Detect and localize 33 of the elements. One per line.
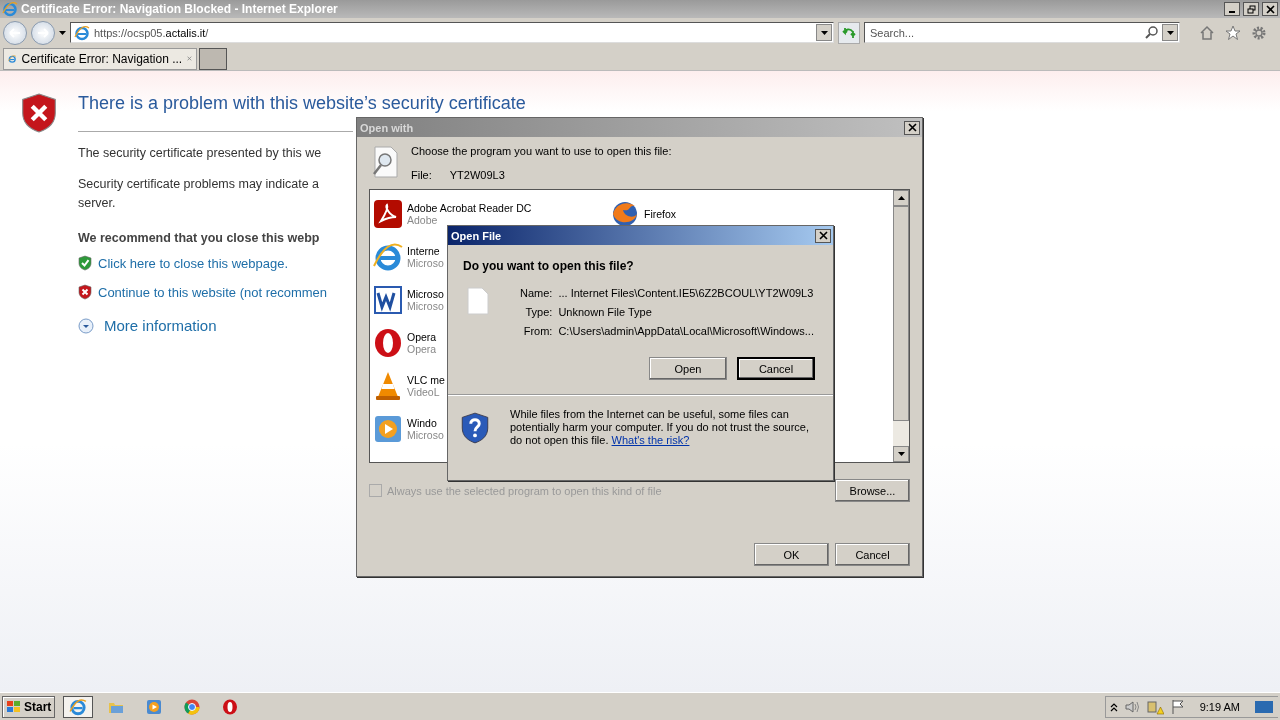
program-publisher: Microso xyxy=(407,428,444,441)
window-title: Certificate Error: Navigation Blocked - Internet Explorer xyxy=(21,2,339,16)
recommendation-text: We recommend that you close this webp xyxy=(78,231,320,245)
dialog-question: Do you want to open this file? xyxy=(462,258,635,273)
field-value: C:\Users\admin\AppData\Local\Microsoft\Windows... xyxy=(558,325,814,337)
program-name: VLC me xyxy=(407,373,445,386)
field-value: ... Internet Files\Content.IE5\6Z2BCOUL\YT2W09L3 xyxy=(558,287,814,299)
program-publisher: Microso xyxy=(407,299,444,312)
paragraph-line: Security certificate problems may indicate a xyxy=(78,176,320,193)
dialog-title: Open with xyxy=(360,121,414,134)
file-label: File: xyxy=(411,169,432,181)
program-name: Windo xyxy=(407,416,438,429)
program-publisher: Adobe xyxy=(407,213,439,226)
warning-text: While files from the Internet can be useful, some files can potentially harm your computer. If you do not trust the source, do not open this file. What's the risk? xyxy=(510,408,810,447)
program-publisher: Microso xyxy=(407,256,444,269)
field-label: Type: xyxy=(524,306,553,318)
field-label: From: xyxy=(522,325,553,337)
paragraph-line: server. xyxy=(78,195,117,212)
paragraph-line: The security certificate presented by this we xyxy=(78,145,322,162)
program-name: Firefox xyxy=(644,207,677,220)
program-name: Opera xyxy=(407,330,437,343)
field-label: Name: xyxy=(520,287,553,299)
prompt-text: Choose the program you want to use to open this file: xyxy=(411,145,672,157)
program-name: Microso xyxy=(407,287,444,300)
dialog-title: Open File xyxy=(451,229,502,242)
program-name: Adobe Acrobat Reader DC xyxy=(407,201,532,214)
field-value: Unknown File Type xyxy=(558,306,653,318)
page-heading: There is a problem with this website’s security certificate xyxy=(78,92,526,115)
program-publisher: VideoL xyxy=(407,385,441,398)
file-name: YT2W09L3 xyxy=(449,169,505,181)
program-name: Interne xyxy=(407,244,441,257)
clock-text: 9:19 AM xyxy=(1199,700,1240,713)
program-publisher: Opera xyxy=(407,342,437,355)
